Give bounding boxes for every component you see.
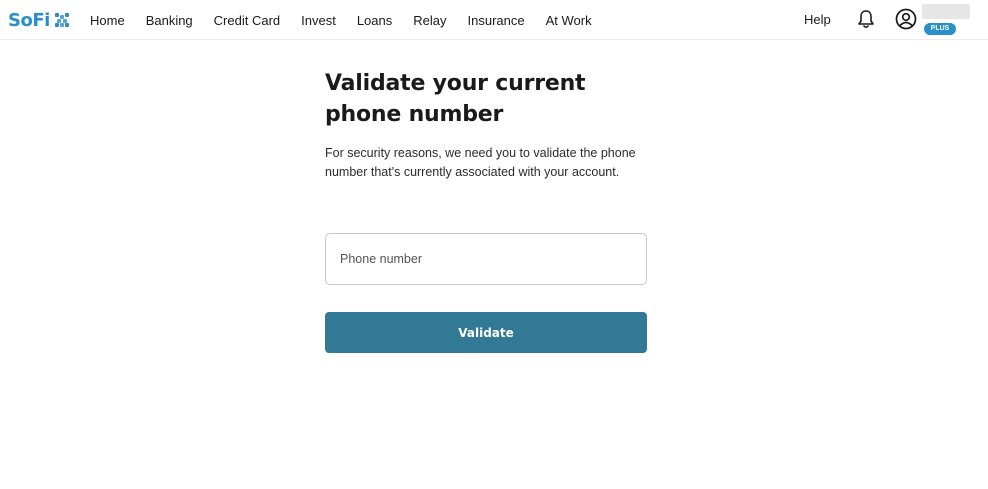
sofi-logo[interactable]: SoFi [8, 8, 70, 32]
nav-relay[interactable]: Relay [413, 13, 446, 28]
nav-insurance[interactable]: Insurance [468, 13, 525, 28]
help-link[interactable]: Help [804, 12, 831, 27]
main-nav: Home Banking Credit Card Invest Loans Re… [90, 0, 613, 40]
redacted-user-name [922, 4, 970, 19]
bell-icon[interactable] [857, 9, 875, 29]
sofi-logo-text: SoFi [8, 9, 50, 31]
nav-home[interactable]: Home [90, 13, 125, 28]
plus-membership-badge: PLUS [924, 23, 956, 35]
phone-number-field[interactable] [325, 233, 647, 285]
top-navigation-bar: SoFi Home Banking Credit Card Invest Loa… [0, 0, 988, 40]
sofi-logo-mark-icon [54, 13, 69, 27]
nav-credit-card[interactable]: Credit Card [214, 13, 280, 28]
validate-button[interactable]: Validate [325, 312, 647, 353]
user-circle-icon[interactable] [895, 8, 917, 30]
nav-banking[interactable]: Banking [146, 13, 193, 28]
nav-invest[interactable]: Invest [301, 13, 336, 28]
phone-number-input[interactable] [340, 252, 646, 266]
nav-at-work[interactable]: At Work [546, 13, 592, 28]
security-description: For security reasons, we need you to val… [325, 146, 636, 179]
nav-loans[interactable]: Loans [357, 13, 392, 28]
page-title: Validate your current phone number [325, 71, 586, 127]
phone-validation-form: Validate your current phone number For s… [325, 68, 647, 353]
